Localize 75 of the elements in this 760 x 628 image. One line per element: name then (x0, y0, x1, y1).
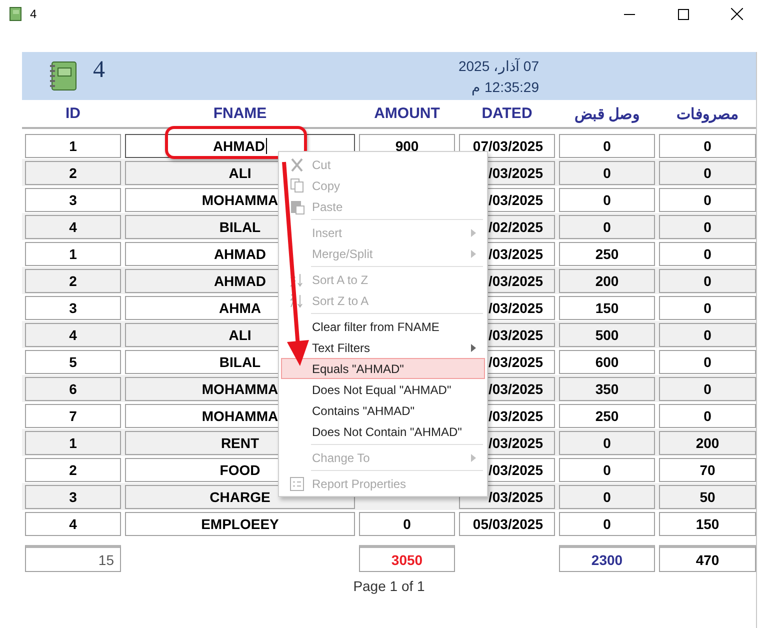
table-cell: 50 (659, 484, 756, 508)
table-cell: 3 (25, 484, 121, 508)
sort-ascending-icon (289, 272, 305, 288)
table-cell: 0 (659, 242, 756, 266)
close-icon (731, 8, 743, 20)
table-cell: 4 (25, 512, 121, 536)
table-cell: 500 (559, 322, 655, 346)
table-cell: 0 (659, 322, 756, 346)
table-cell: 1 (25, 134, 121, 158)
table-cell: 5 (25, 350, 121, 374)
table-cell: 250 (559, 242, 655, 266)
table-cell: 07/03/2025 (459, 134, 555, 158)
table-cell: 2 (25, 160, 121, 184)
table-cell: 0 (559, 458, 655, 482)
table-cell: 0 (659, 214, 756, 238)
table-cell: 150 (559, 296, 655, 320)
table-cell: 200 (559, 268, 655, 292)
table-cell: 0 (559, 188, 655, 212)
table-cell: 7 (25, 404, 121, 428)
window-title: 4 (30, 7, 38, 21)
maximize-icon (678, 8, 688, 20)
notebook-icon (9, 7, 22, 21)
copy-icon (290, 178, 304, 193)
table-cell: 0 (659, 404, 756, 428)
table-cell: 600 (559, 350, 655, 374)
table-cell: 200 (659, 430, 756, 454)
table-cell: 0 (659, 188, 756, 212)
column-header: FNAME (212, 105, 268, 122)
table-cell: EMPLOEEY (125, 512, 355, 536)
table-cell: 2 (25, 268, 121, 292)
menu-item[interactable]: Equals "AHMAD" (281, 358, 485, 379)
table-cell: 0 (659, 376, 756, 400)
table-cell: 0 (659, 268, 756, 292)
table-cell: 0 (359, 512, 455, 536)
sort-descending-icon (289, 292, 305, 308)
notebook-icon (48, 61, 78, 91)
table-cell: 0 (559, 134, 655, 158)
total-cell: 2300 (559, 545, 655, 572)
scissors-icon (290, 158, 304, 172)
table-cell: 4 (25, 214, 121, 238)
page-number: Page 1 of 1 (352, 578, 426, 594)
table-cell: 0 (659, 296, 756, 320)
report-title: 4 (93, 56, 105, 84)
table-cell: 250 (559, 404, 655, 428)
table-cell: 0 (559, 484, 655, 508)
table-cell: 0 (659, 160, 756, 184)
table-cell: 0 (559, 512, 655, 536)
table-cell: 4 (25, 322, 121, 346)
total-cell: 3050 (359, 545, 455, 572)
column-header: DATED (480, 105, 534, 122)
table-cell: 1 (25, 430, 121, 454)
table-cell: 150 (659, 512, 756, 536)
column-header: وصل قبض (573, 104, 641, 122)
total-cell: 470 (659, 545, 756, 572)
table-cell: 6 (25, 376, 121, 400)
column-header: AMOUNT (373, 105, 441, 122)
table-cell: 3 (25, 188, 121, 212)
table-cell: 0 (659, 350, 756, 374)
report-time: 12:35:29 م (472, 78, 539, 94)
table-cell: 70 (659, 458, 756, 482)
properties-icon (290, 476, 304, 490)
table-cell: 0 (559, 214, 655, 238)
table-cell: 1 (25, 242, 121, 266)
report-date: 07 آذار، 2025 (458, 58, 539, 74)
table-cell: 2 (25, 458, 121, 482)
table-cell: 0 (559, 160, 655, 184)
table-cell: 0 (559, 430, 655, 454)
total-cell: 15 (25, 545, 121, 572)
column-header: ID (64, 105, 82, 122)
table-cell: 3 (25, 296, 121, 320)
table-cell: 05/03/2025 (459, 512, 555, 536)
table-cell: 0 (659, 134, 756, 158)
column-header: مصروفات (676, 104, 740, 122)
clipboard-icon (290, 198, 304, 214)
table-cell: 350 (559, 376, 655, 400)
